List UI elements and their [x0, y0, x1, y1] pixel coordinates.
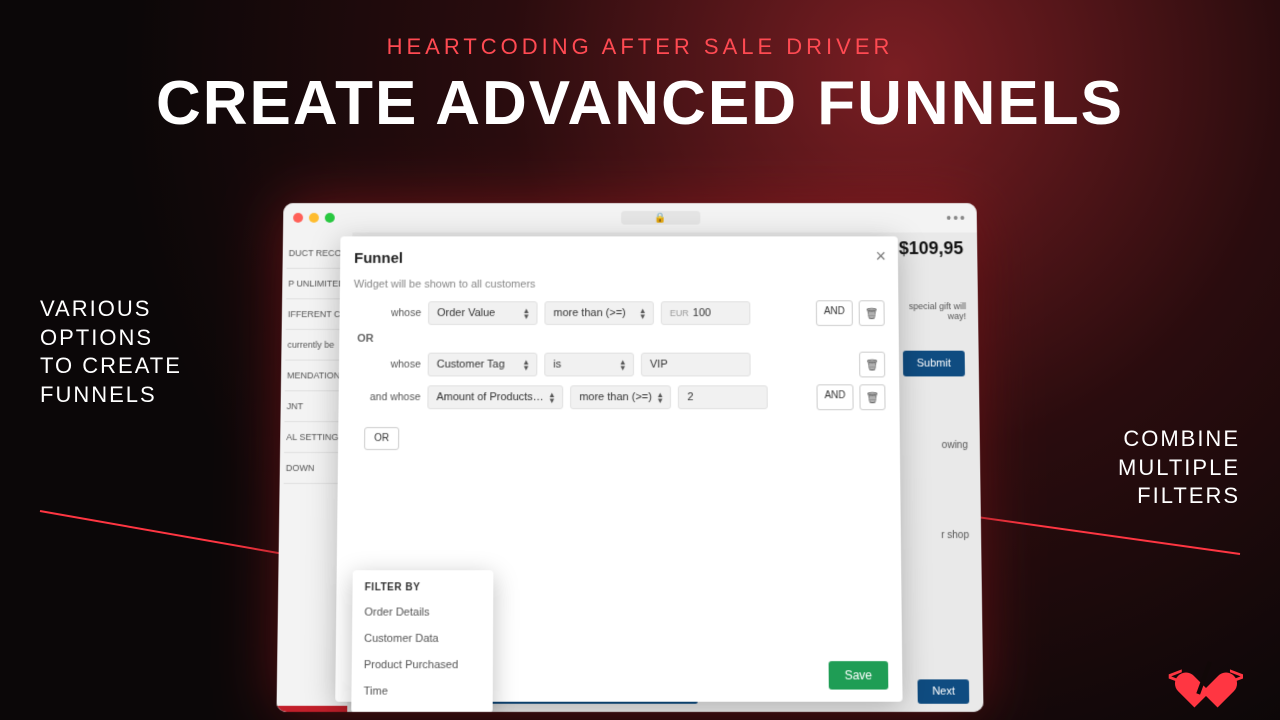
input-value: 2 [687, 391, 693, 403]
bg-text: r shop [941, 530, 969, 541]
next-button[interactable]: Next [918, 679, 969, 703]
browser-body: DUCT RECO P UNLIMITED IFFERENT CO curren… [277, 232, 984, 711]
callout-right-line: FILTERS [1118, 482, 1240, 511]
browser-chrome: 🔒 ••• [283, 203, 977, 232]
filter-rule: whose Customer Tag ▴▾ is ▴▾ VIP 🗑 [365, 352, 885, 378]
browser-menu-icon[interactable]: ••• [946, 210, 967, 226]
callout-left-line: OPTIONS [40, 324, 182, 353]
callout-right: COMBINE MULTIPLE FILTERS [1118, 425, 1240, 511]
chevron-updown-icon: ▴▾ [621, 359, 626, 371]
operator-select[interactable]: more than (>=) ▴▾ [544, 301, 653, 325]
maximize-dot[interactable] [325, 213, 335, 223]
popover-item[interactable]: Order Details [352, 599, 493, 625]
close-dot[interactable] [293, 213, 303, 223]
and-button[interactable]: AND [816, 384, 853, 410]
currency-label: EUR [670, 308, 689, 318]
operator-select[interactable]: is ▴▾ [544, 353, 634, 377]
chevron-updown-icon: ▴▾ [524, 307, 529, 319]
delete-icon[interactable]: 🗑 [859, 352, 885, 378]
window-controls[interactable] [293, 213, 335, 223]
arrow-left [40, 510, 311, 560]
sidebar-item[interactable]: MENDATIONS [285, 361, 347, 392]
add-or-button[interactable]: OR [364, 427, 399, 450]
eyebrow-text: HEARTCODING AFTER SALE DRIVER [0, 0, 1280, 60]
submit-button[interactable]: Submit [903, 351, 965, 377]
rule-prefix: whose [365, 359, 421, 371]
modal-title: Funnel [354, 250, 884, 267]
filter-rule: and whose Amount of Products… ▴▾ more tha… [364, 384, 885, 410]
close-icon[interactable]: × [875, 246, 886, 267]
sidebar-item[interactable]: AL SETTINGS [284, 422, 346, 453]
operator-value: is [553, 359, 561, 371]
sidebar-item[interactable]: JNT [284, 391, 346, 422]
sidebar-item[interactable]: currently be [285, 330, 347, 361]
field-select[interactable]: Amount of Products… ▴▾ [427, 385, 563, 409]
address-bar[interactable]: 🔒 [621, 211, 700, 225]
popover-item[interactable]: Time [351, 678, 492, 704]
chevron-updown-icon: ▴▾ [658, 391, 663, 403]
sidebar-item[interactable]: DOWN [284, 453, 346, 484]
callout-right-line: MULTIPLE [1118, 454, 1240, 483]
filter-rule: whose Order Value ▴▾ more than (>=) ▴▾ EUR… [365, 300, 884, 326]
rule-prefix: and whose [365, 391, 421, 403]
popover-header: FILTER BY [352, 578, 493, 599]
input-value: 100 [693, 307, 711, 319]
save-button[interactable]: Save [828, 661, 888, 689]
lock-icon: 🔒 [654, 212, 666, 223]
sidebar-item[interactable]: IFFERENT CO [286, 299, 348, 330]
callout-right-line: COMBINE [1118, 425, 1240, 454]
popover-item[interactable]: Product Purchased [352, 652, 493, 678]
filter-by-popover: FILTER BY Order Details Customer Data Pr… [351, 570, 493, 712]
callout-left: VARIOUS OPTIONS TO CREATE FUNNELS [40, 295, 182, 409]
callout-left-line: TO CREATE [40, 352, 182, 381]
callout-left-line: FUNNELS [40, 381, 182, 410]
popover-item[interactable]: Customer Data [352, 626, 493, 652]
input-value: VIP [650, 359, 668, 371]
delete-icon[interactable]: 🗑 [859, 384, 885, 410]
gift-text: special gift will way! [906, 301, 966, 321]
chevron-updown-icon: ▴▾ [550, 391, 555, 403]
field-value: Amount of Products… [436, 391, 543, 403]
field-value: Customer Tag [437, 359, 505, 371]
delete-icon[interactable]: 🗑 [859, 300, 885, 326]
field-select[interactable]: Customer Tag ▴▾ [428, 353, 538, 377]
value-input[interactable]: EUR 100 [661, 301, 751, 325]
operator-value: more than (>=) [553, 307, 625, 319]
rule-prefix: whose [365, 307, 421, 319]
field-select[interactable]: Order Value ▴▾ [428, 301, 538, 325]
operator-value: more than (>=) [579, 391, 652, 403]
modal-subtitle: Widget will be shown to all customers [354, 279, 885, 291]
bg-text: owing [942, 440, 968, 451]
value-input[interactable]: 2 [678, 385, 768, 409]
chevron-updown-icon: ▴▾ [640, 307, 645, 319]
heart-icon [1186, 658, 1226, 694]
browser-window: 🔒 ••• DUCT RECO P UNLIMITED IFFERENT CO … [277, 203, 984, 712]
callout-left-line: VARIOUS [40, 295, 182, 324]
brand-logo: < > [1168, 658, 1244, 694]
total-value: $109,95 [899, 238, 964, 258]
or-separator: OR [357, 333, 885, 345]
field-value: Order Value [437, 307, 495, 319]
and-button[interactable]: AND [816, 300, 853, 326]
value-input[interactable]: VIP [641, 353, 751, 377]
chevron-updown-icon: ▴▾ [524, 359, 529, 371]
sidebar-item[interactable]: DUCT RECO [287, 238, 349, 268]
operator-select[interactable]: more than (>=) ▴▾ [570, 385, 671, 409]
sidebar-item[interactable]: P UNLIMITED [286, 269, 348, 300]
minimize-dot[interactable] [309, 213, 319, 223]
accent-bar [277, 706, 348, 712]
headline-text: CREATE ADVANCED FUNNELS [0, 68, 1280, 139]
